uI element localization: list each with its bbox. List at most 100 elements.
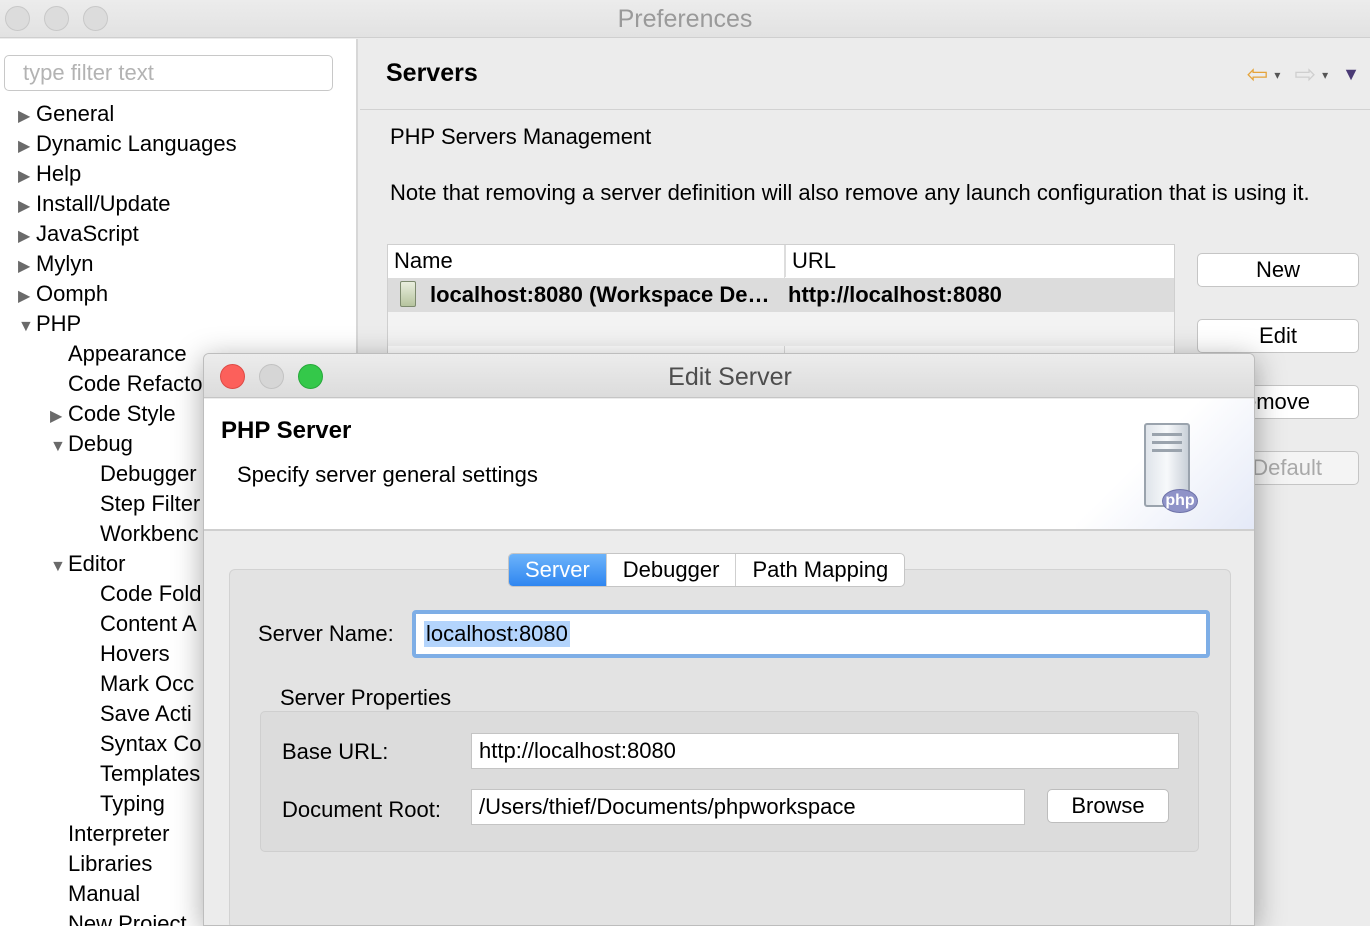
back-dropdown-icon[interactable]: ▾ (1274, 68, 1280, 82)
php-badge-icon: php (1162, 489, 1198, 513)
sidebar-item-install-update[interactable]: ▶ Install/Update (18, 189, 171, 219)
sidebar-item-label: Code Fold (100, 581, 202, 606)
sidebar-item-php[interactable]: ▼PHP (18, 309, 81, 339)
sidebar-item-label: General (36, 101, 115, 126)
table-row-empty (388, 312, 1174, 346)
sidebar-item-code-style[interactable]: ▶ Code Style (50, 399, 176, 429)
collapsed-triangle-icon[interactable]: ▶ (18, 102, 36, 132)
sidebar-item-label: Libraries (68, 851, 153, 876)
sidebar-item-label: Manual (68, 881, 141, 906)
sidebar-item-label: Appearance (68, 341, 187, 366)
sidebar-item-oomph[interactable]: ▶ Oomph (18, 279, 108, 309)
sidebar-item-libraries[interactable]: Libraries (50, 849, 152, 879)
sidebar-item-label: JavaScript (36, 221, 139, 246)
sidebar-item-debug[interactable]: ▼Debug (50, 429, 133, 459)
sidebar-item-label: Editor (68, 551, 126, 576)
sidebar-item-label: New Project (68, 911, 187, 926)
sidebar-item-content-a[interactable]: Content A (82, 609, 197, 639)
collapsed-triangle-icon[interactable]: ▶ (50, 402, 68, 432)
sidebar-item-workbenc[interactable]: Workbenc (82, 519, 199, 549)
sidebar-item-code-refacto[interactable]: Code Refacto (50, 369, 203, 399)
sidebar-item-label: Mark Occ (100, 671, 195, 696)
collapsed-triangle-icon[interactable]: ▶ (18, 282, 36, 312)
sidebar-item-manual[interactable]: Manual (50, 879, 140, 909)
server-name-label: Server Name: (258, 621, 394, 646)
server-name-cell: localhost:8080 (Workspace De… (430, 282, 770, 307)
browse-button[interactable]: Browse (1047, 789, 1169, 823)
expanded-triangle-icon[interactable]: ▼ (18, 312, 36, 342)
sidebar-item-label: Interpreter (68, 821, 170, 846)
expanded-triangle-icon[interactable]: ▼ (50, 432, 68, 462)
edit-server-dialog: Edit Server PHP Server Specify server ge… (203, 353, 1255, 926)
sidebar-item-dynamic-languages[interactable]: ▶ Dynamic Languages (18, 129, 237, 159)
tab-server[interactable]: Server (509, 554, 607, 586)
server-name-input[interactable]: localhost:8080 (412, 610, 1210, 658)
sidebar-item-help[interactable]: ▶ Help (18, 159, 81, 189)
sidebar-item-step-filter[interactable]: Step Filter (82, 489, 200, 519)
sidebar-item-code-fold[interactable]: Code Fold (82, 579, 202, 609)
dialog-tabs: Server Debugger Path Mapping (508, 553, 906, 587)
sidebar-item-debugger[interactable]: Debugger (82, 459, 197, 489)
column-header-name[interactable]: Name (388, 245, 453, 277)
sidebar-item-typing[interactable]: Typing (82, 789, 165, 819)
column-header-url[interactable]: URL (785, 245, 836, 277)
sidebar-item-mylyn[interactable]: ▶ Mylyn (18, 249, 93, 279)
removal-note: Note that removing a server definition w… (390, 180, 1310, 205)
forward-arrow-icon[interactable]: ⇨ (1294, 59, 1316, 90)
sidebar-item-label: Syntax Co (100, 731, 202, 756)
sidebar-item-label: Code Refacto (68, 371, 203, 396)
filter-input[interactable] (5, 56, 332, 90)
view-menu-icon[interactable]: ▼ (1342, 64, 1360, 85)
sidebar-item-label: Content A (100, 611, 197, 636)
sidebar-item-label: Workbenc (100, 521, 199, 546)
server-slot (1152, 433, 1182, 436)
sidebar-item-javascript[interactable]: ▶ JavaScript (18, 219, 139, 249)
section-heading: PHP Servers Management (390, 124, 652, 149)
banner-description: Specify server general settings (237, 462, 538, 487)
sidebar-item-label: Step Filter (100, 491, 201, 516)
sidebar-item-mark-occ[interactable]: Mark Occ (82, 669, 194, 699)
forward-dropdown-icon[interactable]: ▾ (1322, 68, 1328, 82)
table-row[interactable]: localhost:8080 (Workspace De… http://loc… (388, 278, 1174, 312)
collapsed-triangle-icon[interactable]: ▶ (18, 252, 36, 282)
sidebar-item-syntax-co[interactable]: Syntax Co (82, 729, 202, 759)
back-arrow-icon[interactable]: ⇦ (1247, 59, 1269, 90)
document-root-input[interactable]: /Users/thief/Documents/phpworkspace (471, 789, 1025, 825)
sidebar-item-general[interactable]: ▶ General (18, 99, 114, 129)
sidebar-item-label: Templates (100, 761, 201, 786)
collapsed-triangle-icon[interactable]: ▶ (18, 162, 36, 192)
collapsed-triangle-icon[interactable]: ▶ (18, 222, 36, 252)
document-root-label: Document Root: (282, 797, 441, 822)
sidebar-item-templates[interactable]: Templates (82, 759, 200, 789)
sidebar-item-label: Dynamic Languages (36, 131, 237, 156)
sidebar-item-label: Help (36, 161, 82, 186)
sidebar-item-appearance[interactable]: Appearance (50, 339, 187, 369)
server-properties-label: Server Properties (280, 685, 452, 710)
sidebar-item-hovers[interactable]: Hovers (82, 639, 170, 669)
page-title: Servers (386, 59, 478, 87)
new-server-button[interactable]: New (1197, 253, 1359, 287)
preferences-titlebar: Preferences (0, 0, 1370, 38)
sidebar-item-label: Debugger (100, 461, 197, 486)
filter-field[interactable] (4, 55, 333, 91)
window-title: Preferences (617, 5, 753, 33)
collapsed-triangle-icon[interactable]: ▶ (18, 132, 36, 162)
sidebar-item-new-project[interactable]: New Project (50, 909, 187, 926)
base-url-input[interactable]: http://localhost:8080 (471, 733, 1179, 769)
banner-title: PHP Server (221, 417, 352, 444)
dialog-banner: PHP Server Specify server general settin… (204, 399, 1254, 531)
base-url-label: Base URL: (282, 739, 389, 764)
sidebar-item-editor[interactable]: ▼Editor (50, 549, 125, 579)
sidebar-item-label: PHP (36, 311, 82, 336)
tab-debugger[interactable]: Debugger (607, 554, 737, 586)
expanded-triangle-icon[interactable]: ▼ (50, 552, 68, 582)
tab-path-mapping[interactable]: Path Mapping (736, 554, 904, 586)
edit-server-button[interactable]: Edit (1197, 319, 1359, 353)
sidebar-item-interpreter[interactable]: Interpreter (50, 819, 170, 849)
collapsed-triangle-icon[interactable]: ▶ (18, 192, 36, 222)
sidebar-item-save-acti[interactable]: Save Acti (82, 699, 192, 729)
page-navigation: ⇦ ▾ ⇨ ▾ ▼ (1247, 59, 1360, 90)
server-url-cell: http://localhost:8080 (788, 282, 1002, 307)
dialog-title: Edit Server (668, 363, 792, 391)
sidebar-item-label: Mylyn (36, 251, 94, 276)
